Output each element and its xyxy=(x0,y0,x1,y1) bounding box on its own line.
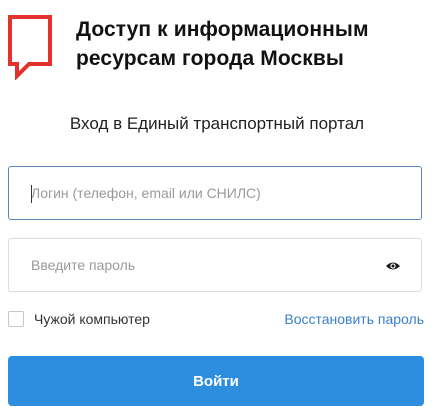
login-page: Доступ к информационным ресурсам города … xyxy=(0,0,434,417)
header-title: Доступ к информационным ресурсам города … xyxy=(76,15,426,73)
header: Доступ к информационным ресурсам города … xyxy=(0,0,434,90)
portal-title: Вход в Единый транспортный портал xyxy=(69,114,365,133)
password-input[interactable] xyxy=(9,239,421,291)
eye-icon[interactable] xyxy=(385,259,401,271)
login-field-container xyxy=(8,166,422,220)
login-input[interactable] xyxy=(9,167,421,219)
header-title-line-2: ресурсам города Москвы xyxy=(76,47,344,70)
foreign-computer-checkbox[interactable] xyxy=(8,311,24,327)
text-cursor xyxy=(31,185,32,203)
foreign-computer-row: Чужой компьютер xyxy=(8,309,150,329)
mos-ru-logo-icon xyxy=(7,14,53,80)
password-field-container xyxy=(8,238,422,292)
foreign-computer-label[interactable]: Чужой компьютер xyxy=(34,311,150,327)
login-button[interactable]: Войти xyxy=(8,356,424,406)
header-title-line-1: Доступ к информационным xyxy=(76,18,369,41)
restore-password-link[interactable]: Восстановить пароль xyxy=(284,311,424,327)
